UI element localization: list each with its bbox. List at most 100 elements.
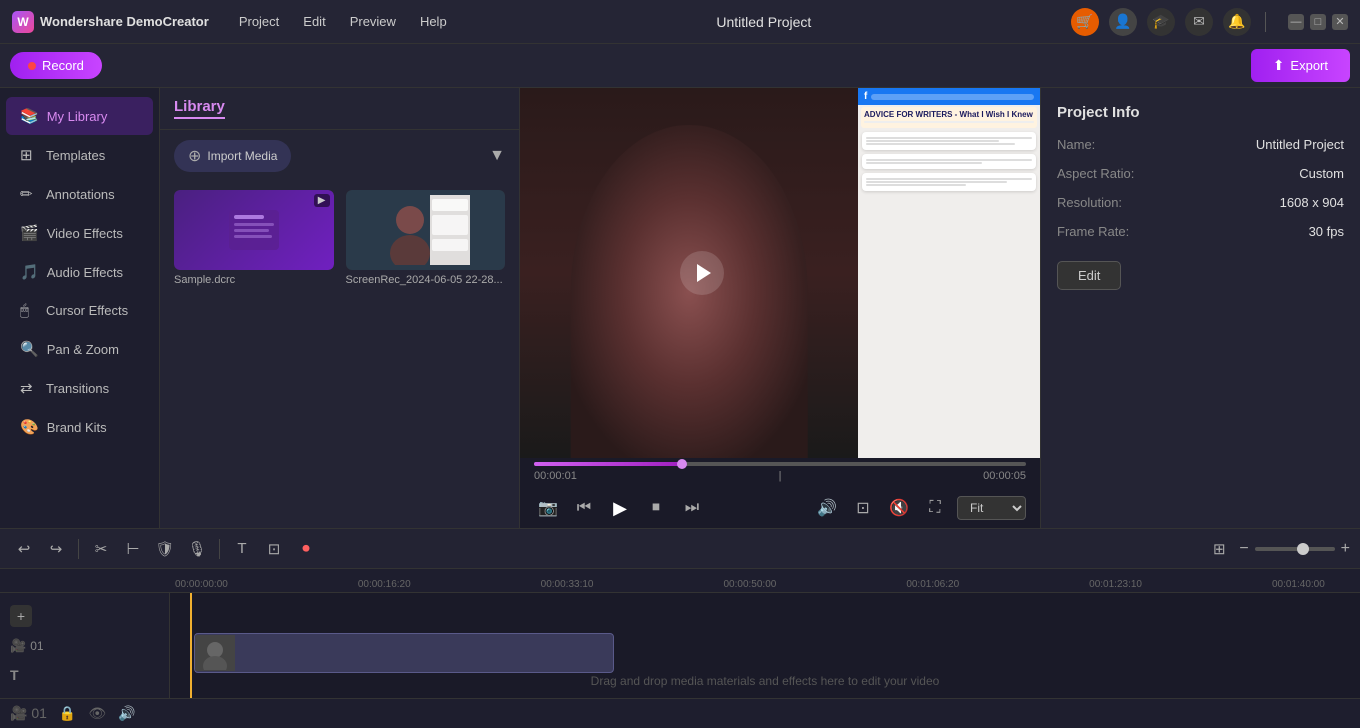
time-current: 00:00:01 xyxy=(534,470,577,482)
stabilize-button[interactable]: 🛡 xyxy=(151,535,179,563)
undo-button[interactable]: ↩ xyxy=(10,535,38,563)
record-audio-button[interactable]: 🎙 xyxy=(183,535,211,563)
project-title: Untitled Project xyxy=(457,14,1071,30)
app-logo-icon: W xyxy=(12,11,34,33)
fit-timeline-button[interactable]: ⊞ xyxy=(1205,535,1233,563)
sidebar-label-my-library: My Library xyxy=(47,109,108,124)
sidebar-item-brand-kits[interactable]: 🎨 Brand Kits xyxy=(6,408,153,446)
maximize-button[interactable]: □ xyxy=(1310,14,1326,30)
track-video-icon: 🎥 xyxy=(10,638,26,654)
zoom-out-button[interactable]: − xyxy=(1239,540,1248,558)
step-forward-button[interactable]: ⏭ xyxy=(678,494,706,522)
plus-icon: ⊕ xyxy=(188,146,201,166)
info-label-name: Name: xyxy=(1057,137,1095,152)
topbar: W Wondershare DemoCreator Project Edit P… xyxy=(0,0,1360,44)
mute-button[interactable]: 🔇 xyxy=(885,494,913,522)
bottom-eye-icon[interactable]: 👁 xyxy=(88,705,106,722)
media-item-screenrec[interactable]: ScreenRec_2024-06-05 22-28... xyxy=(346,190,506,286)
track-label-text: T xyxy=(0,660,169,690)
edit-project-button[interactable]: Edit xyxy=(1057,261,1121,290)
progress-track[interactable] xyxy=(534,462,1026,466)
bottom-lock-icon[interactable]: 🔒 xyxy=(59,705,76,722)
ruler-mark-2: 00:00:33:10 xyxy=(541,579,594,590)
time-separator: | xyxy=(779,470,782,482)
playhead[interactable]: 00:00:00:00 xyxy=(190,593,192,698)
media-thumb-sample: ▶ xyxy=(174,190,334,270)
record-btn-tl[interactable]: ⏺ xyxy=(292,535,320,563)
trim-button[interactable]: ⊢ xyxy=(119,535,147,563)
video-bg: f ADVICE FOR WRITERS - What I Wish I Kne… xyxy=(520,88,1040,458)
sidebar-item-transitions[interactable]: ⇄ Transitions xyxy=(6,369,153,407)
video-preview-inner: f ADVICE FOR WRITERS - What I Wish I Kne… xyxy=(520,88,1040,458)
timeline-toolbar: ↩ ↪ ✂ ⊢ 🛡 🎙 T ⊡ ⏺ ⊞ − + xyxy=(0,529,1360,569)
minimize-button[interactable]: — xyxy=(1288,14,1304,30)
video-preview[interactable]: f ADVICE FOR WRITERS - What I Wish I Kne… xyxy=(520,88,1040,458)
ruler-mark-4: 00:01:06:20 xyxy=(906,579,959,590)
video-clip-1[interactable] xyxy=(194,633,614,673)
record-button[interactable]: Record xyxy=(10,52,102,79)
menu-help[interactable]: Help xyxy=(410,10,457,33)
zoom-thumb[interactable] xyxy=(1297,543,1309,555)
track-content[interactable]: 00:00:00:00 Drag and drop media material… xyxy=(170,593,1360,698)
info-value-name: Untitled Project xyxy=(1256,137,1344,152)
sidebar-item-my-library[interactable]: 📚 My Library xyxy=(6,97,153,135)
redo-button[interactable]: ↪ xyxy=(42,535,70,563)
mail-icon[interactable]: ✉ xyxy=(1185,8,1213,36)
export-button[interactable]: ⬆ Export xyxy=(1251,49,1350,82)
library-header: Library xyxy=(160,88,519,130)
zoom-control: ⊞ − + xyxy=(1205,535,1350,563)
bell-icon[interactable]: 🔔 xyxy=(1223,8,1251,36)
menu-preview[interactable]: Preview xyxy=(340,10,406,33)
fit-select[interactable]: Fit 50% 100% 150% xyxy=(957,496,1026,520)
close-button[interactable]: ✕ xyxy=(1332,14,1348,30)
menu-edit[interactable]: Edit xyxy=(293,10,335,33)
library-panel: Library ⊕ Import Media ▼ xyxy=(160,88,520,528)
zoom-in-button[interactable]: + xyxy=(1341,540,1350,558)
sidebar-item-cursor-effects[interactable]: 🖱 Cursor Effects xyxy=(6,292,153,329)
menu-project[interactable]: Project xyxy=(229,10,289,33)
screenshot-button[interactable]: 📷 xyxy=(534,494,562,522)
main-content: 📚 My Library ⊞ Templates ✏ Annotations 🎬… xyxy=(0,88,1360,528)
play-pause-button[interactable]: ▶ xyxy=(606,494,634,522)
media-name-sample: Sample.dcrc xyxy=(174,274,334,286)
media-name-screenrec: ScreenRec_2024-06-05 22-28... xyxy=(346,274,506,286)
sidebar-item-pan-zoom[interactable]: 🔍 Pan & Zoom xyxy=(6,330,153,368)
sidebar-item-templates[interactable]: ⊞ Templates xyxy=(6,136,153,174)
cart-icon[interactable]: 🛒 xyxy=(1071,8,1099,36)
crop-button[interactable]: ⊡ xyxy=(849,494,877,522)
pip-button[interactable]: ⊡ xyxy=(260,535,288,563)
sidebar-label-audio-effects: Audio Effects xyxy=(47,265,123,280)
user-icon[interactable]: 👤 xyxy=(1109,8,1137,36)
split-button[interactable]: ✂ xyxy=(87,535,115,563)
sidebar-item-video-effects[interactable]: 🎬 Video Effects xyxy=(6,214,153,252)
bottom-audio-icon[interactable]: 🔊 xyxy=(118,705,135,722)
text-button[interactable]: T xyxy=(228,535,256,563)
sidebar-item-audio-effects[interactable]: 🎵 Audio Effects xyxy=(6,253,153,291)
templates-icon: ⊞ xyxy=(20,146,38,164)
play-overlay-button[interactable] xyxy=(680,251,724,295)
volume-button[interactable]: 🔊 xyxy=(813,494,841,522)
import-media-button[interactable]: ⊕ Import Media xyxy=(174,140,291,172)
graduation-icon[interactable]: 🎓 xyxy=(1147,8,1175,36)
bottom-video-icon[interactable]: 🎥 01 xyxy=(10,705,47,722)
step-back-button[interactable]: ⏮ xyxy=(570,494,598,522)
preview-panel: f ADVICE FOR WRITERS - What I Wish I Kne… xyxy=(520,88,1040,528)
zoom-slider[interactable] xyxy=(1255,547,1335,551)
sample-thumbnail xyxy=(174,190,334,270)
media-item-sample[interactable]: ▶ Sample.dcrc xyxy=(174,190,334,286)
progress-thumb[interactable] xyxy=(677,459,687,469)
add-track-button[interactable]: + xyxy=(10,605,32,627)
fullscreen-button[interactable]: ⛶ xyxy=(921,494,949,522)
main-toolbar: Record ⬆ Export xyxy=(0,44,1360,88)
stop-button[interactable]: ⏹ xyxy=(642,494,670,522)
ruler-mark-6: 00:01:40:00 xyxy=(1272,579,1325,590)
topbar-icons: 🛒 👤 🎓 ✉ 🔔 — □ ✕ xyxy=(1071,8,1348,36)
filter-button[interactable]: ▼ xyxy=(489,147,505,165)
info-value-resolution: 1608 x 904 xyxy=(1280,195,1344,210)
tl-separator-2 xyxy=(219,539,220,559)
info-row-resolution: Resolution: 1608 x 904 xyxy=(1057,195,1344,210)
menu-bar: Project Edit Preview Help xyxy=(229,10,457,33)
timeline-content: 00:00:00:00 00:00:16:20 00:00:33:10 00:0… xyxy=(0,569,1360,698)
sidebar-item-annotations[interactable]: ✏ Annotations xyxy=(6,175,153,213)
sidebar-label-video-effects: Video Effects xyxy=(47,226,123,241)
